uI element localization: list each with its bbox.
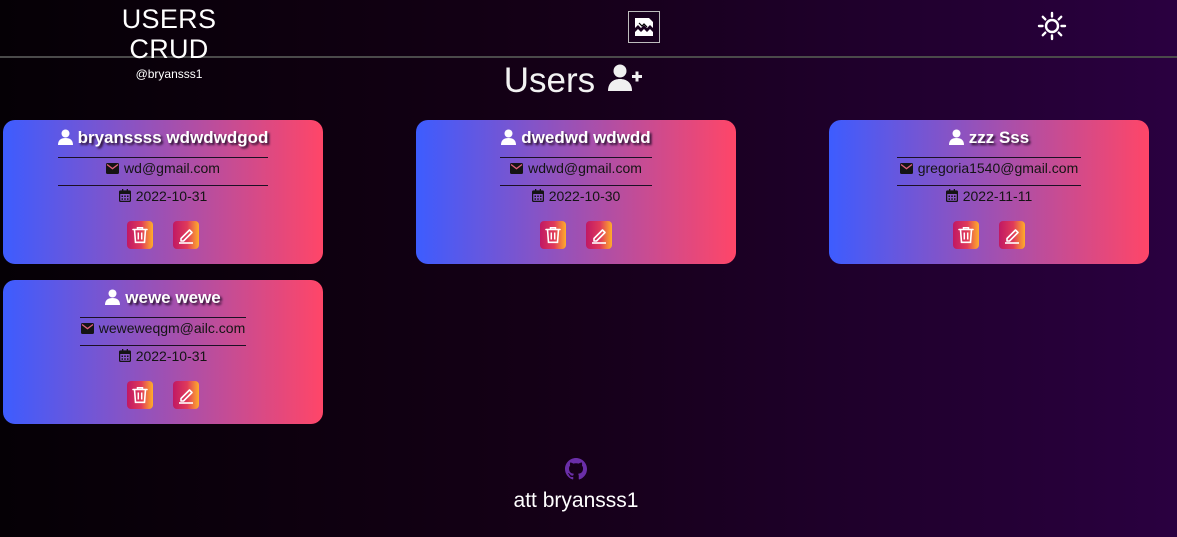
envelope-icon [106,163,120,174]
pencil-icon [591,229,606,244]
user-name-text: wewe wewe [125,288,221,307]
github-icon [565,458,587,480]
footer: att bryansss1 [0,458,1152,514]
user-email: wdwd@gmail.com [416,159,736,177]
card-actions [3,221,323,249]
user-email-text: wd@gmail.com [124,160,220,176]
pencil-icon [1004,229,1019,244]
calendar-icon [118,349,131,363]
divider [80,317,246,318]
card-actions [829,221,1149,249]
divider [58,157,268,158]
user-name: wewe wewe [3,287,323,309]
trash-icon [132,386,149,404]
theme-toggle-button[interactable] [1037,11,1067,41]
user-email: wd@gmail.com [3,159,323,177]
user-date-text: 2022-11-11 [962,188,1033,204]
user-name-text: zzz Sss [968,128,1030,147]
user-name: bryanssss wdwdwdgod [3,127,323,149]
user-email: weweweqgm@ailc.com [3,319,323,337]
user-date-text: 2022-10-31 [135,348,208,364]
pencil-icon [178,229,193,244]
user-name-text: dwedwd wdwdd [521,128,651,147]
calendar-icon [118,189,131,203]
user-date: 2022-10-30 [416,187,736,205]
envelope-icon [899,163,913,174]
envelope-icon [510,163,524,174]
add-user-button[interactable] [608,62,644,94]
divider [500,185,652,186]
sun-icon [1037,11,1067,41]
user-icon [501,129,517,145]
divider [58,185,268,186]
user-name: zzz Sss [829,127,1149,149]
page-title-row: Users [0,60,1148,102]
user-email: gregoria1540@gmail.com [829,159,1149,177]
header-image [628,11,660,43]
user-icon [948,129,964,145]
user-email-text: wdwd@gmail.com [528,160,642,176]
divider [500,157,652,158]
user-icon [57,129,73,145]
header-bar: USERS CRUD @bryansss1 [0,0,1177,81]
edit-button[interactable] [172,221,199,249]
user-date-text: 2022-10-30 [548,188,621,204]
user-card: zzz Sss gregoria1540@gmail.com 2022-11-1… [829,120,1149,264]
trash-icon [545,226,562,244]
edit-button[interactable] [585,221,612,249]
user-icon [105,289,121,305]
footer-text: att bryansss1 [513,489,639,512]
delete-button[interactable] [127,221,154,249]
pencil-icon [178,389,193,404]
page-title: Users [503,61,596,100]
user-email-text: weweweqgm@ailc.com [98,320,246,336]
divider [897,185,1081,186]
user-date: 2022-11-11 [829,187,1149,205]
user-card: wewe wewe weweweqgm@ailc.com 2022-10-31 [3,280,323,424]
app-title: USERS CRUD [121,4,217,64]
user-card: bryanssss wdwdwdgod wd@gmail.com 2022-10… [3,120,323,264]
broken-image-icon [635,18,653,36]
user-date: 2022-10-31 [3,347,323,365]
user-name: dwedwd wdwdd [416,127,736,149]
edit-button[interactable] [172,381,199,409]
user-email-text: gregoria1540@gmail.com [917,160,1079,176]
calendar-icon [945,189,958,203]
trash-icon [958,226,975,244]
card-actions [3,381,323,409]
envelope-icon [80,323,94,334]
user-date: 2022-10-31 [3,187,323,205]
divider [897,157,1081,158]
github-link[interactable] [565,458,587,480]
delete-button[interactable] [127,381,154,409]
user-plus-icon [608,64,643,91]
user-date-text: 2022-10-31 [135,188,208,204]
user-name-text: bryanssss wdwdwdgod [77,128,269,147]
delete-button[interactable] [953,221,980,249]
card-actions [416,221,736,249]
delete-button[interactable] [540,221,567,249]
divider [80,345,246,346]
user-card: dwedwd wdwdd wdwd@gmail.com 2022-10-30 [416,120,736,264]
edit-button[interactable] [998,221,1025,249]
calendar-icon [531,189,544,203]
trash-icon [132,226,149,244]
